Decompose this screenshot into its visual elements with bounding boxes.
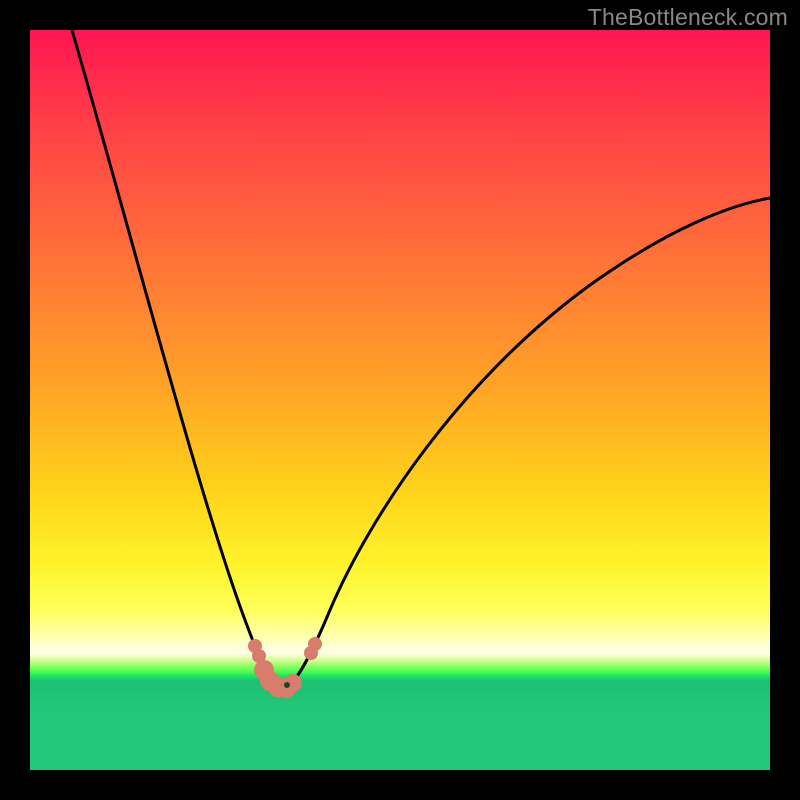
bottleneck-curve xyxy=(30,30,770,770)
plot-area xyxy=(30,30,770,770)
min-point xyxy=(284,682,290,688)
curve-beads xyxy=(248,637,322,698)
watermark-text: TheBottleneck.com xyxy=(588,4,788,31)
curve-path xyxy=(72,30,770,687)
